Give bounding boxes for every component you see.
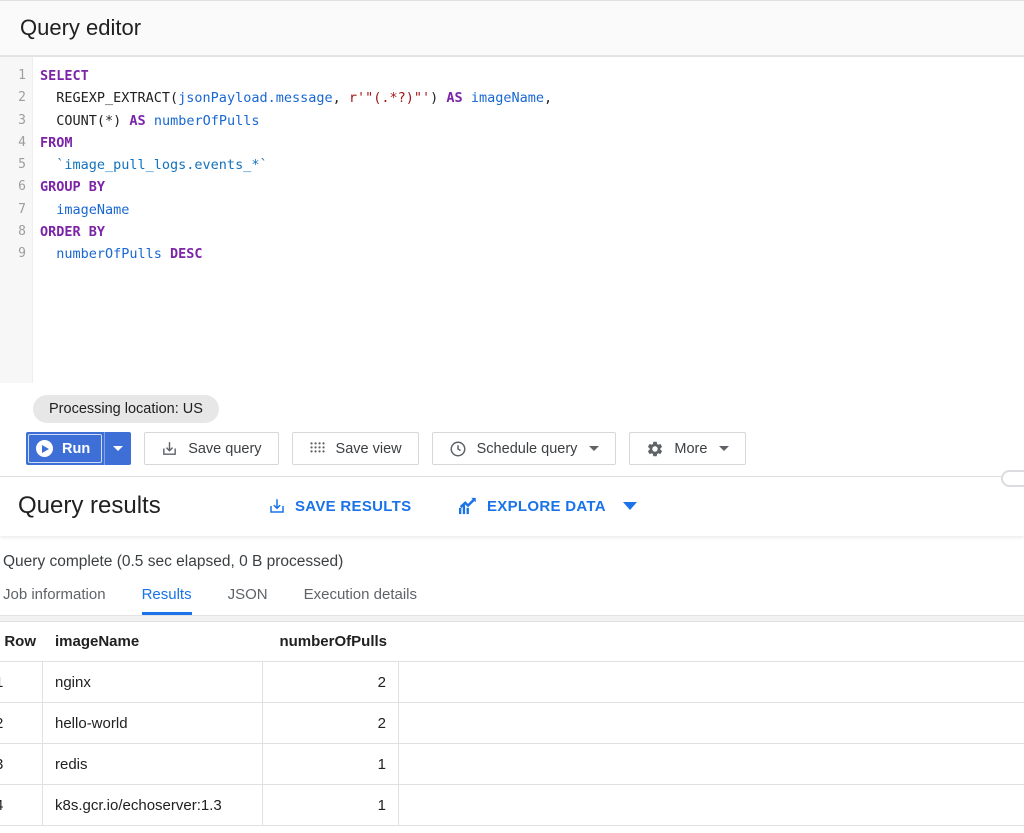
line-number: 4 [0, 132, 32, 154]
query-editor-header: Query editor [0, 1, 1024, 57]
schedule-query-label: Schedule query [477, 441, 578, 457]
code-line: ORDER BY [40, 221, 1024, 243]
panel-resize-handle[interactable] [1001, 470, 1024, 487]
save-query-button[interactable]: Save query [144, 432, 278, 465]
results-tabs: Job information Results JSON Execution deta… [0, 586, 1024, 615]
line-number: 7 [0, 199, 32, 221]
processing-location-chip: Processing location: US [33, 395, 219, 423]
more-button[interactable]: More [629, 432, 746, 465]
row-number: 4 [0, 797, 3, 814]
run-dropdown-button[interactable] [104, 432, 131, 465]
row-number: 1 [0, 674, 3, 691]
table-row: 3 redis1 [0, 744, 1024, 785]
line-number: 3 [0, 110, 32, 132]
run-button[interactable]: Run [26, 432, 131, 465]
save-view-label: Save view [336, 441, 402, 457]
save-view-button[interactable]: Save view [292, 432, 419, 465]
results-table: Row imageName numberOfPulls 1nginx22hell… [0, 622, 1024, 826]
chevron-down-icon [113, 446, 123, 451]
table-row: 2hello-world2 [0, 703, 1024, 744]
schedule-query-button[interactable]: Schedule query [432, 432, 617, 465]
tab-job-information[interactable]: Job information [3, 586, 106, 615]
cell-numberofpulls: 2 [263, 703, 399, 743]
code-line: FROM [40, 132, 1024, 154]
query-results-title: Query results [18, 492, 161, 520]
explore-data-button[interactable]: EXPLORE DATA [458, 497, 637, 515]
run-button-main[interactable]: Run [26, 432, 104, 465]
more-label: More [674, 441, 707, 457]
cell-imagename: redis [43, 744, 263, 784]
save-query-label: Save query [188, 441, 261, 457]
tab-results[interactable]: Results [142, 586, 192, 615]
line-number: 9 [0, 243, 32, 265]
bigquery-panel: Query editor 123456789 SELECT REGEXP_EXT… [0, 0, 1024, 833]
play-icon [36, 440, 53, 457]
table-header-row: Row imageName numberOfPulls [0, 622, 1024, 662]
tab-json[interactable]: JSON [228, 586, 268, 615]
run-button-label: Run [62, 441, 90, 457]
query-editor-title: Query editor [20, 15, 141, 41]
dots-grid-icon [309, 440, 326, 457]
row-number: 3 [0, 756, 3, 773]
tabs-divider [0, 615, 1024, 622]
code-line: REGEXP_EXTRACT(jsonPayload.message, r'"(… [40, 87, 1024, 109]
query-status: Query complete (0.5 sec elapsed, 0 B pro… [0, 536, 1024, 571]
column-header-imagename: imageName [43, 633, 263, 650]
chevron-down-icon [719, 446, 729, 451]
code-line: numberOfPulls DESC [40, 243, 1024, 265]
table-row: 1 nginx2 [0, 662, 1024, 703]
code-line: COUNT(*) AS numberOfPulls [40, 110, 1024, 132]
code-line: SELECT [40, 65, 1024, 87]
table-row: 4 k8s.gcr.io/echoserver:1.31 [0, 785, 1024, 826]
chevron-down-icon [623, 502, 637, 510]
save-results-button[interactable]: SAVE RESULTS [268, 497, 411, 515]
cell-numberofpulls: 1 [263, 744, 399, 784]
line-number: 1 [0, 65, 32, 87]
toolbar-buttons: Run Save query [26, 432, 1024, 465]
query-results-header: Query results SAVE RESULTS EXPLORE DATA [0, 476, 1024, 536]
line-number-gutter: 123456789 [0, 57, 33, 383]
line-number: 2 [0, 87, 32, 109]
explore-data-label: EXPLORE DATA [487, 498, 606, 515]
cell-numberofpulls: 2 [263, 662, 399, 702]
chevron-down-icon [589, 446, 599, 451]
line-number: 8 [0, 221, 32, 243]
tab-execution-details[interactable]: Execution details [304, 586, 417, 615]
cell-imagename: nginx [43, 662, 263, 702]
cell-numberofpulls: 1 [263, 785, 399, 825]
editor-toolbar: Processing location: US Run Save query [0, 383, 1024, 476]
cell-imagename: k8s.gcr.io/echoserver:1.3 [43, 785, 263, 825]
line-number: 5 [0, 154, 32, 176]
chart-icon [458, 497, 478, 515]
clock-icon [449, 440, 467, 458]
row-number: 2 [0, 715, 3, 732]
save-results-label: SAVE RESULTS [295, 498, 411, 515]
code-line: `image_pull_logs.events_*` [40, 154, 1024, 176]
sql-editor[interactable]: 123456789 SELECT REGEXP_EXTRACT(jsonPayl… [0, 57, 1024, 383]
code-line: imageName [40, 199, 1024, 221]
cell-imagename: hello-world [43, 703, 263, 743]
code-lines[interactable]: SELECT REGEXP_EXTRACT(jsonPayload.messag… [33, 57, 1024, 383]
code-line: GROUP BY [40, 176, 1024, 198]
download-icon [268, 497, 286, 515]
table-body: 1nginx22hello-world23redis14k8s.gcr.io/e… [0, 662, 1024, 826]
download-icon [161, 440, 178, 457]
gear-icon [646, 440, 664, 458]
column-header-numberofpulls: numberOfPulls [263, 633, 399, 650]
line-number: 6 [0, 176, 32, 198]
column-header-row: Row [0, 633, 43, 650]
